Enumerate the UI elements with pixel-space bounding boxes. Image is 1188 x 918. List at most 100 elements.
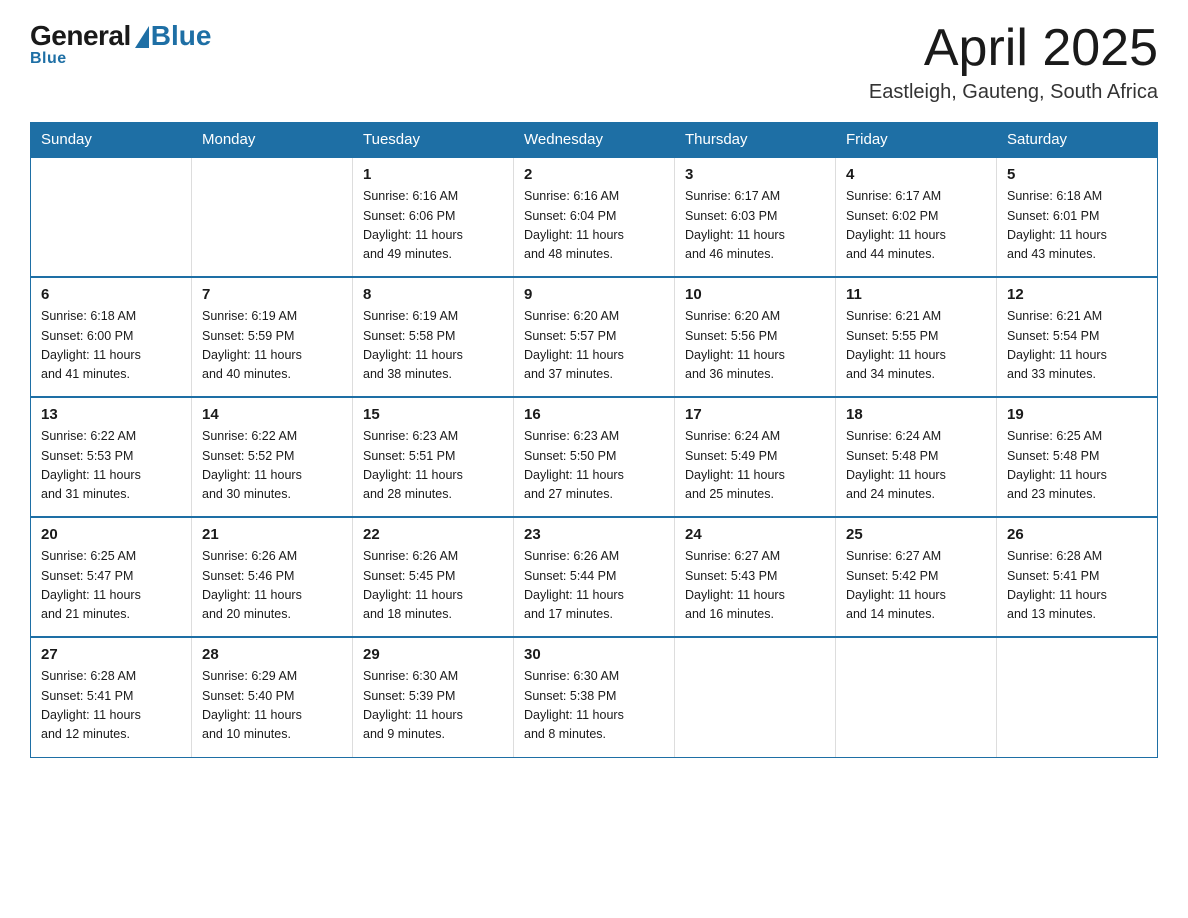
calendar-cell: 27 Sunrise: 6:28 AM Sunset: 5:41 PM Dayli… [31,637,192,757]
day-number: 16 [524,406,664,423]
day-info: Sunrise: 6:19 AM Sunset: 5:59 PM Dayligh… [202,307,342,385]
day-number: 5 [1007,166,1147,183]
title-section: April 2025 Eastleigh, Gauteng, South Afr… [869,20,1158,104]
day-number: 4 [846,166,986,183]
day-info: Sunrise: 6:21 AM Sunset: 5:54 PM Dayligh… [1007,307,1147,385]
day-info: Sunrise: 6:20 AM Sunset: 5:56 PM Dayligh… [685,307,825,385]
day-number: 21 [202,526,342,543]
day-info: Sunrise: 6:26 AM Sunset: 5:44 PM Dayligh… [524,547,664,625]
calendar-cell [675,637,836,757]
calendar-cell [192,157,353,277]
calendar-cell: 13 Sunrise: 6:22 AM Sunset: 5:53 PM Dayli… [31,397,192,517]
calendar-cell: 10 Sunrise: 6:20 AM Sunset: 5:56 PM Dayli… [675,277,836,397]
day-number: 17 [685,406,825,423]
logo-general-text: General [30,20,131,52]
day-number: 19 [1007,406,1147,423]
calendar-cell: 14 Sunrise: 6:22 AM Sunset: 5:52 PM Dayli… [192,397,353,517]
calendar-header-tuesday: Tuesday [353,123,514,158]
calendar-table: SundayMondayTuesdayWednesdayThursdayFrid… [30,122,1158,758]
calendar-cell: 15 Sunrise: 6:23 AM Sunset: 5:51 PM Dayli… [353,397,514,517]
day-info: Sunrise: 6:25 AM Sunset: 5:48 PM Dayligh… [1007,427,1147,505]
calendar-cell: 17 Sunrise: 6:24 AM Sunset: 5:49 PM Dayli… [675,397,836,517]
calendar-week-row: 27 Sunrise: 6:28 AM Sunset: 5:41 PM Dayli… [31,637,1158,757]
calendar-week-row: 13 Sunrise: 6:22 AM Sunset: 5:53 PM Dayli… [31,397,1158,517]
logo: General Blue Blue [30,20,211,68]
calendar-cell: 21 Sunrise: 6:26 AM Sunset: 5:46 PM Dayli… [192,517,353,637]
calendar-cell: 6 Sunrise: 6:18 AM Sunset: 6:00 PM Daylig… [31,277,192,397]
day-number: 9 [524,286,664,303]
day-info: Sunrise: 6:30 AM Sunset: 5:39 PM Dayligh… [363,667,503,745]
calendar-cell: 19 Sunrise: 6:25 AM Sunset: 5:48 PM Dayli… [997,397,1158,517]
calendar-cell: 30 Sunrise: 6:30 AM Sunset: 5:38 PM Dayli… [514,637,675,757]
day-number: 22 [363,526,503,543]
calendar-week-row: 6 Sunrise: 6:18 AM Sunset: 6:00 PM Daylig… [31,277,1158,397]
day-info: Sunrise: 6:27 AM Sunset: 5:42 PM Dayligh… [846,547,986,625]
day-number: 6 [41,286,181,303]
calendar-cell: 2Sunrise: 6:16 AM Sunset: 6:04 PM Daylig… [514,157,675,277]
day-number: 20 [41,526,181,543]
day-info: Sunrise: 6:24 AM Sunset: 5:48 PM Dayligh… [846,427,986,505]
day-info: Sunrise: 6:20 AM Sunset: 5:57 PM Dayligh… [524,307,664,385]
calendar-cell: 23 Sunrise: 6:26 AM Sunset: 5:44 PM Dayli… [514,517,675,637]
calendar-cell: 20Sunrise: 6:25 AM Sunset: 5:47 PM Dayli… [31,517,192,637]
calendar-header-saturday: Saturday [997,123,1158,158]
day-info: Sunrise: 6:26 AM Sunset: 5:46 PM Dayligh… [202,547,342,625]
calendar-cell: 3 Sunrise: 6:17 AM Sunset: 6:03 PM Daylig… [675,157,836,277]
day-number: 29 [363,646,503,663]
calendar-cell: 5 Sunrise: 6:18 AM Sunset: 6:01 PM Daylig… [997,157,1158,277]
logo-blue-text: Blue [151,20,212,52]
day-info: Sunrise: 6:17 AM Sunset: 6:03 PM Dayligh… [685,187,825,265]
day-info: Sunrise: 6:30 AM Sunset: 5:38 PM Dayligh… [524,667,664,745]
day-info: Sunrise: 6:29 AM Sunset: 5:40 PM Dayligh… [202,667,342,745]
calendar-cell: 22 Sunrise: 6:26 AM Sunset: 5:45 PM Dayli… [353,517,514,637]
logo-triangle-icon [135,26,149,48]
calendar-cell [31,157,192,277]
day-number: 14 [202,406,342,423]
day-number: 7 [202,286,342,303]
day-number: 2 [524,166,664,183]
calendar-cell: 12 Sunrise: 6:21 AM Sunset: 5:54 PM Dayli… [997,277,1158,397]
calendar-cell: 11 Sunrise: 6:21 AM Sunset: 5:55 PM Dayli… [836,277,997,397]
day-info: Sunrise: 6:22 AM Sunset: 5:53 PM Dayligh… [41,427,181,505]
day-number: 23 [524,526,664,543]
day-number: 15 [363,406,503,423]
calendar-header-row: SundayMondayTuesdayWednesdayThursdayFrid… [31,123,1158,158]
day-number: 18 [846,406,986,423]
location-text: Eastleigh, Gauteng, South Africa [869,81,1158,104]
day-info: Sunrise: 6:27 AM Sunset: 5:43 PM Dayligh… [685,547,825,625]
day-number: 30 [524,646,664,663]
calendar-cell: 9 Sunrise: 6:20 AM Sunset: 5:57 PM Daylig… [514,277,675,397]
day-info: Sunrise: 6:28 AM Sunset: 5:41 PM Dayligh… [1007,547,1147,625]
day-info: Sunrise: 6:19 AM Sunset: 5:58 PM Dayligh… [363,307,503,385]
calendar-header-wednesday: Wednesday [514,123,675,158]
calendar-cell [836,637,997,757]
page-header: General Blue Blue April 2025 Eastleigh, … [30,20,1158,104]
calendar-cell: 1Sunrise: 6:16 AM Sunset: 6:06 PM Daylig… [353,157,514,277]
calendar-cell: 29 Sunrise: 6:30 AM Sunset: 5:39 PM Dayli… [353,637,514,757]
calendar-cell: 7 Sunrise: 6:19 AM Sunset: 5:59 PM Daylig… [192,277,353,397]
day-info: Sunrise: 6:18 AM Sunset: 6:00 PM Dayligh… [41,307,181,385]
day-number: 10 [685,286,825,303]
day-info: Sunrise: 6:17 AM Sunset: 6:02 PM Dayligh… [846,187,986,265]
day-number: 13 [41,406,181,423]
logo-underline-text: Blue [30,50,67,68]
day-number: 27 [41,646,181,663]
day-info: Sunrise: 6:23 AM Sunset: 5:51 PM Dayligh… [363,427,503,505]
calendar-cell: 16Sunrise: 6:23 AM Sunset: 5:50 PM Dayli… [514,397,675,517]
day-info: Sunrise: 6:26 AM Sunset: 5:45 PM Dayligh… [363,547,503,625]
calendar-cell: 24Sunrise: 6:27 AM Sunset: 5:43 PM Dayli… [675,517,836,637]
day-number: 12 [1007,286,1147,303]
calendar-cell: 28Sunrise: 6:29 AM Sunset: 5:40 PM Dayli… [192,637,353,757]
day-info: Sunrise: 6:18 AM Sunset: 6:01 PM Dayligh… [1007,187,1147,265]
day-info: Sunrise: 6:24 AM Sunset: 5:49 PM Dayligh… [685,427,825,505]
day-info: Sunrise: 6:21 AM Sunset: 5:55 PM Dayligh… [846,307,986,385]
day-number: 11 [846,286,986,303]
day-number: 3 [685,166,825,183]
day-info: Sunrise: 6:16 AM Sunset: 6:06 PM Dayligh… [363,187,503,265]
calendar-cell: 26 Sunrise: 6:28 AM Sunset: 5:41 PM Dayli… [997,517,1158,637]
day-info: Sunrise: 6:28 AM Sunset: 5:41 PM Dayligh… [41,667,181,745]
calendar-header-sunday: Sunday [31,123,192,158]
day-info: Sunrise: 6:22 AM Sunset: 5:52 PM Dayligh… [202,427,342,505]
calendar-week-row: 1Sunrise: 6:16 AM Sunset: 6:06 PM Daylig… [31,157,1158,277]
day-number: 26 [1007,526,1147,543]
